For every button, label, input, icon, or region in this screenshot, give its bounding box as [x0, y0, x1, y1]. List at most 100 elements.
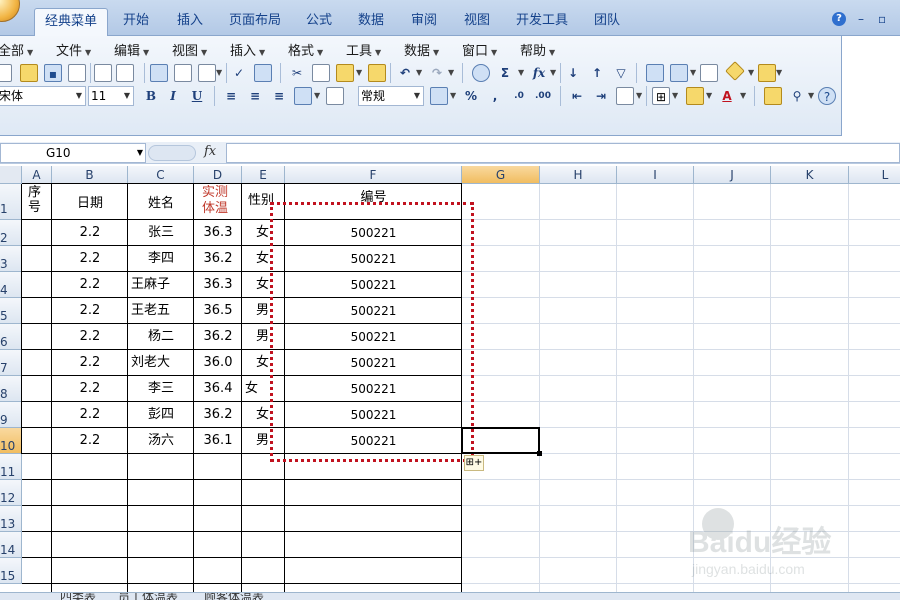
align-right-icon[interactable]: ≡	[270, 87, 288, 105]
style-diamond-icon[interactable]	[725, 61, 745, 81]
fill-color-icon[interactable]	[686, 87, 704, 105]
menu-item[interactable]: 视图 ▼	[172, 40, 207, 59]
temperature-cell[interactable]: 36.2	[194, 402, 242, 428]
autosum-icon[interactable]: Σ	[496, 64, 514, 82]
chevron-down-icon[interactable]: ▼	[690, 68, 696, 77]
date-cell[interactable]: 2.2	[52, 350, 128, 376]
restore-button[interactable]: ▫	[878, 12, 886, 26]
borders-icon[interactable]: ⊞	[652, 87, 670, 105]
ribbon-tab[interactable]: 开发工具	[508, 8, 576, 36]
chevron-down-icon[interactable]: ▼	[636, 91, 642, 100]
column-header[interactable]: K	[771, 166, 849, 184]
insert-function-icon[interactable]: fx	[530, 64, 548, 82]
name-box-resize-handle[interactable]	[148, 145, 196, 161]
format-painter-icon[interactable]	[368, 64, 386, 82]
insert-function-button[interactable]: fx	[204, 144, 216, 159]
mail-icon[interactable]	[116, 64, 134, 82]
column-header[interactable]: G	[462, 166, 540, 184]
name-box[interactable]: G10 ▼	[0, 143, 146, 163]
menu-item[interactable]: 帮助 ▼	[520, 40, 555, 59]
chevron-down-icon[interactable]: ▼	[740, 91, 746, 100]
chevron-down-icon[interactable]: ▼	[416, 68, 422, 77]
align-left-icon[interactable]: ≡	[222, 87, 240, 105]
redo-icon[interactable]: ↷	[428, 64, 446, 82]
name-cell[interactable]: 张三	[131, 220, 191, 246]
font-size-select[interactable]: 11 ▼	[88, 86, 134, 106]
underline-button[interactable]: U	[188, 87, 206, 105]
chevron-down-icon[interactable]: ▼	[450, 91, 456, 100]
row-header[interactable]: 3	[0, 246, 22, 272]
search-icon[interactable]: ⚲	[788, 87, 806, 105]
paste-icon[interactable]	[336, 64, 354, 82]
new-file-icon[interactable]	[0, 64, 12, 82]
name-cell[interactable]: 王老五	[131, 298, 191, 324]
sheet-tab[interactable]: 顾客体温表	[204, 593, 264, 600]
row-header[interactable]: 1	[0, 184, 22, 220]
office-button[interactable]	[0, 0, 20, 22]
merge-center-icon[interactable]	[294, 87, 312, 105]
chart-icon[interactable]	[646, 64, 664, 82]
cut-icon[interactable]: ✂	[288, 64, 306, 82]
date-cell[interactable]: 2.2	[52, 298, 128, 324]
row-header[interactable]: 4	[0, 272, 22, 298]
sheet-tab[interactable]: 四类表	[60, 593, 96, 600]
row-header[interactable]: 5	[0, 298, 22, 324]
ribbon-tab[interactable]: 开始	[114, 8, 158, 36]
chevron-down-icon[interactable]: ▼	[314, 91, 320, 100]
row-header[interactable]: 10	[0, 428, 22, 454]
temperature-cell[interactable]: 36.2	[194, 324, 242, 350]
ribbon-tab[interactable]: 公式	[298, 8, 340, 36]
clipboard-icon[interactable]	[764, 87, 782, 105]
font-color-icon[interactable]: A	[718, 87, 736, 105]
date-cell[interactable]: 2.2	[52, 246, 128, 272]
table-grid-icon[interactable]	[700, 64, 718, 82]
temperature-cell[interactable]: 36.0	[194, 350, 242, 376]
column-header[interactable]: L	[849, 166, 900, 184]
ribbon-tab[interactable]: 视图	[456, 8, 498, 36]
row-header[interactable]: 12	[0, 480, 22, 506]
chevron-down-icon[interactable]: ▼	[356, 68, 362, 77]
number-format-select[interactable]: 常规 ▼	[358, 86, 424, 106]
row-header[interactable]: 7	[0, 350, 22, 376]
folder-icon[interactable]	[758, 64, 776, 82]
formula-input[interactable]	[226, 143, 900, 163]
date-cell[interactable]: 2.2	[52, 376, 128, 402]
chevron-down-icon[interactable]: ▼	[73, 87, 85, 105]
chevron-down-icon[interactable]: ▼	[748, 68, 754, 77]
menu-item[interactable]: 编辑 ▼	[114, 40, 149, 59]
name-cell[interactable]: 李四	[131, 246, 191, 272]
temperature-cell[interactable]: 36.2	[194, 246, 242, 272]
row-header[interactable]: 13	[0, 506, 22, 532]
date-cell[interactable]: 2.2	[52, 402, 128, 428]
row-header[interactable]: 2	[0, 220, 22, 246]
column-header[interactable]: J	[694, 166, 771, 184]
row-header[interactable]: 11	[0, 454, 22, 480]
ribbon-tab[interactable]: 审阅	[402, 8, 446, 36]
menu-item[interactable]: 插入 ▼	[230, 40, 265, 59]
chevron-down-icon[interactable]: ▼	[550, 68, 556, 77]
italic-button[interactable]: I	[164, 87, 182, 105]
chevron-down-icon[interactable]: ▼	[216, 68, 222, 77]
column-header[interactable]: F	[285, 166, 462, 184]
minimize-button[interactable]: –	[858, 12, 864, 26]
align-center-icon[interactable]: ≡	[246, 87, 264, 105]
ribbon-tab[interactable]: 页面布局	[222, 8, 288, 36]
name-cell[interactable]: 王麻子	[131, 272, 191, 298]
fill-handle[interactable]	[537, 451, 542, 456]
column-header[interactable]: B	[52, 166, 128, 184]
temperature-cell[interactable]: 36.1	[194, 428, 242, 454]
name-cell[interactable]: 李三	[131, 376, 191, 402]
column-header[interactable]: I	[617, 166, 694, 184]
sort-descending-icon[interactable]: ↑	[588, 64, 606, 82]
chevron-down-icon[interactable]: ▼	[137, 144, 143, 162]
help-icon[interactable]: ?	[818, 87, 836, 105]
help-icon[interactable]: ?	[832, 12, 846, 26]
ribbon-tab[interactable]: 团队	[586, 8, 628, 36]
percent-style-button[interactable]: %	[462, 87, 480, 105]
comma-style-button[interactable]: ,	[486, 87, 504, 105]
font-name-select[interactable]: 宋体 ▼	[0, 86, 86, 106]
chevron-down-icon[interactable]: ▼	[121, 87, 133, 105]
name-cell[interactable]: 刘老大	[131, 350, 191, 376]
bold-button[interactable]: B	[142, 87, 160, 105]
chevron-down-icon[interactable]: ▼	[776, 68, 782, 77]
